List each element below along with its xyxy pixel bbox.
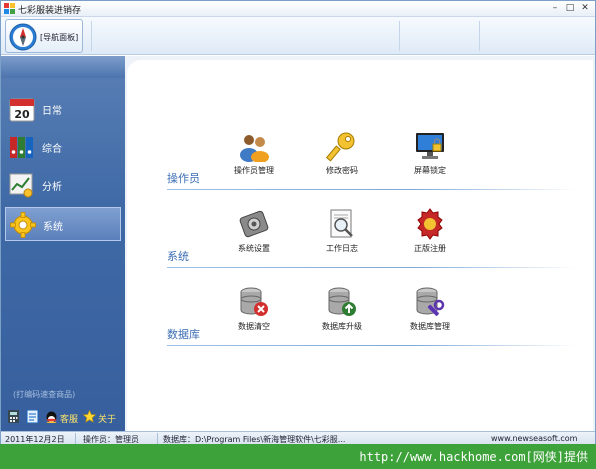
ribbon-separator bbox=[91, 21, 92, 51]
binders-icon bbox=[10, 137, 33, 158]
section-title: 系统 bbox=[167, 250, 189, 263]
app-window: 七彩服装进销存 – □ ✕ [导航面板] 20 日常 综合 分析 系统 (打编码… bbox=[0, 0, 596, 469]
calculator-button[interactable] bbox=[7, 410, 21, 424]
section-divider bbox=[167, 345, 577, 346]
status-bar: 2011年12月2日 操作员：管理员 数据库：D:\Program Files\… bbox=[1, 431, 595, 445]
minimize-button[interactable]: – bbox=[549, 2, 561, 14]
navigation-panel-label: [导航面板] bbox=[40, 33, 79, 42]
sidebar-tools: 客服 关于 bbox=[5, 408, 121, 426]
feature-label: 正版注册 bbox=[414, 244, 446, 253]
tool-label: 关于 bbox=[98, 415, 117, 425]
chart-icon bbox=[9, 173, 33, 198]
section-database: 数据库 数据清空 数据库升级 数据库管理 bbox=[167, 286, 577, 346]
system-settings-button[interactable]: 系统设置 bbox=[219, 208, 289, 256]
notepad-button[interactable] bbox=[26, 410, 40, 424]
about-button[interactable]: 关于 bbox=[83, 410, 121, 425]
svg-text:20: 20 bbox=[14, 108, 30, 121]
database-upgrade-button[interactable]: 数据库升级 bbox=[307, 286, 377, 334]
sidebar-item-label: 综合 bbox=[42, 144, 62, 155]
db-upgrade-icon bbox=[328, 287, 356, 316]
genuine-registration-button[interactable]: 正版注册 bbox=[395, 208, 465, 256]
sidebar-item-label: 分析 bbox=[42, 182, 62, 193]
ribbon-separator bbox=[399, 21, 400, 51]
database-management-button[interactable]: 数据库管理 bbox=[395, 286, 465, 334]
status-separator bbox=[75, 433, 76, 444]
work-log-button[interactable]: 工作日志 bbox=[307, 208, 377, 256]
sidebar-item-system[interactable]: 系统 bbox=[5, 207, 121, 241]
clear-data-button[interactable]: 数据清空 bbox=[219, 286, 289, 334]
feature-label: 工作日志 bbox=[326, 244, 358, 253]
app-logo-icon bbox=[4, 3, 15, 14]
feature-label: 数据库管理 bbox=[410, 322, 450, 331]
sidebar-item-general[interactable]: 综合 bbox=[5, 130, 121, 164]
watermark-text: http://www.hackhome.com[网侠]提供 bbox=[359, 450, 588, 464]
monitor-lock-icon bbox=[416, 133, 444, 159]
ribbon-toolbar: [导航面板] bbox=[1, 17, 595, 55]
tool-label: 客服 bbox=[60, 415, 79, 425]
navigation-panel-button[interactable]: [导航面板] bbox=[5, 19, 83, 53]
sidebar-item-daily[interactable]: 20 日常 bbox=[5, 92, 121, 126]
status-separator bbox=[157, 433, 158, 444]
section-operator: 操作员 操作员管理 修改密码 屏幕锁定 bbox=[167, 130, 577, 190]
feature-label: 屏幕锁定 bbox=[414, 166, 446, 175]
watermark-banner: http://www.hackhome.com[网侠]提供 bbox=[0, 444, 596, 469]
notepad-icon bbox=[26, 410, 39, 423]
sidebar-item-label: 日常 bbox=[42, 106, 62, 117]
section-title: 操作员 bbox=[167, 172, 200, 185]
close-button[interactable]: ✕ bbox=[579, 2, 591, 14]
scan-hint-text: (打编码速查商品) bbox=[13, 390, 76, 399]
section-divider bbox=[167, 189, 577, 190]
compass-icon bbox=[9, 23, 37, 51]
main-content: 操作员 操作员管理 修改密码 屏幕锁定 系统 系统设置 工作日志 正版注册 数据… bbox=[125, 56, 595, 431]
calculator-icon bbox=[8, 410, 19, 423]
section-divider bbox=[167, 267, 577, 268]
feature-label: 数据清空 bbox=[238, 322, 270, 331]
log-icon bbox=[330, 209, 353, 238]
section-title: 数据库 bbox=[167, 328, 200, 341]
key-icon bbox=[326, 132, 355, 162]
change-password-button[interactable]: 修改密码 bbox=[307, 130, 377, 178]
gear-icon bbox=[10, 212, 36, 238]
sidebar-item-label: 系统 bbox=[43, 222, 63, 233]
sidebar: 20 日常 综合 分析 系统 (打编码速查商品) 客服 关于 bbox=[1, 56, 125, 431]
maximize-button[interactable]: □ bbox=[564, 2, 576, 14]
sidebar-item-analysis[interactable]: 分析 bbox=[5, 168, 121, 202]
star-icon bbox=[83, 410, 96, 423]
feature-label: 操作员管理 bbox=[234, 166, 274, 175]
feature-label: 数据库升级 bbox=[322, 322, 362, 331]
feature-panel: 操作员 操作员管理 修改密码 屏幕锁定 系统 系统设置 工作日志 正版注册 数据… bbox=[127, 60, 593, 431]
sidebar-header-strip bbox=[1, 56, 125, 78]
qq-icon bbox=[46, 411, 57, 423]
feature-label: 系统设置 bbox=[238, 244, 270, 253]
users-icon bbox=[240, 135, 269, 162]
operator-management-button[interactable]: 操作员管理 bbox=[219, 130, 289, 178]
seal-icon bbox=[417, 208, 443, 240]
feature-label: 修改密码 bbox=[326, 166, 358, 175]
db-manage-icon bbox=[416, 287, 445, 316]
db-clear-icon bbox=[240, 287, 268, 316]
ribbon-separator bbox=[479, 21, 480, 51]
calendar-icon: 20 bbox=[9, 98, 35, 122]
window-title: 七彩服装进销存 bbox=[18, 6, 82, 16]
customer-service-button[interactable]: 客服 bbox=[45, 410, 83, 425]
title-bar: 七彩服装进销存 – □ ✕ bbox=[1, 1, 595, 17]
status-website: www.newseasoft.com bbox=[491, 434, 578, 443]
settings-icon bbox=[239, 210, 269, 238]
screen-lock-button[interactable]: 屏幕锁定 bbox=[395, 130, 465, 178]
section-system: 系统 系统设置 工作日志 正版注册 bbox=[167, 208, 577, 268]
